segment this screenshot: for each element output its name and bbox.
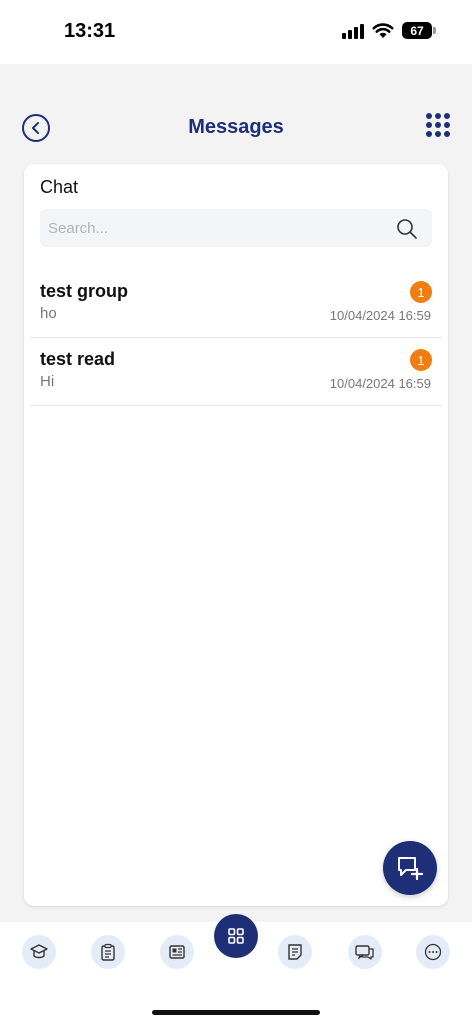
- chat-timestamp: 10/04/2024 16:59: [329, 376, 431, 391]
- chat-panel: Chat test group ho 1 10/04/2024 16:59 te…: [24, 164, 448, 906]
- chat-timestamp: 10/04/2024 16:59: [329, 308, 431, 323]
- nav-education-button[interactable]: [22, 935, 56, 969]
- chat-name: test read: [40, 349, 116, 369]
- chat-preview: Hi: [40, 373, 55, 390]
- cellular-signal-icon: [342, 23, 364, 39]
- grid-dots-icon: [426, 113, 432, 119]
- bottom-navigation: [0, 914, 472, 1024]
- nav-notes-button[interactable]: [278, 935, 312, 969]
- note-icon: [288, 944, 302, 960]
- chat-list: test group ho 1 10/04/2024 16:59 test re…: [30, 270, 442, 406]
- chat-list-item[interactable]: test read Hi 1 10/04/2024 16:59: [30, 338, 442, 406]
- newspaper-icon: [169, 945, 185, 959]
- chat-preview: ho: [40, 305, 57, 322]
- clipboard-icon: [101, 943, 115, 961]
- nav-more-button[interactable]: [416, 935, 450, 969]
- chat-name: test group: [40, 281, 128, 301]
- new-chat-icon: [398, 857, 424, 881]
- grid-menu-button[interactable]: [426, 113, 450, 137]
- wifi-icon: [372, 22, 394, 38]
- search-input[interactable]: [40, 209, 380, 247]
- search-bar: [40, 209, 432, 247]
- unread-badge: 1: [410, 281, 432, 303]
- status-bar: 13:31 67: [0, 0, 472, 64]
- dashboard-grid-icon: [228, 928, 244, 944]
- graduation-cap-icon: [30, 944, 48, 959]
- new-chat-button[interactable]: [383, 841, 437, 895]
- status-icons: 67: [342, 22, 436, 39]
- page-title: Messages: [188, 116, 284, 138]
- unread-badge: 1: [410, 349, 432, 371]
- chat-bubbles-icon: [355, 945, 374, 960]
- chat-list-item[interactable]: test group ho 1 10/04/2024 16:59: [30, 270, 442, 338]
- page-header: Messages: [0, 100, 472, 156]
- nav-clipboard-button[interactable]: [91, 935, 125, 969]
- chat-panel-title: Chat: [40, 177, 79, 197]
- search-icon[interactable]: [396, 218, 418, 240]
- status-time: 13:31: [64, 20, 116, 42]
- more-icon: [424, 943, 442, 961]
- nav-messages-button[interactable]: [348, 935, 382, 969]
- battery-indicator: 67: [402, 22, 436, 39]
- home-indicator: [152, 1010, 320, 1015]
- nav-news-button[interactable]: [160, 935, 194, 969]
- nav-dashboard-button[interactable]: [214, 914, 258, 958]
